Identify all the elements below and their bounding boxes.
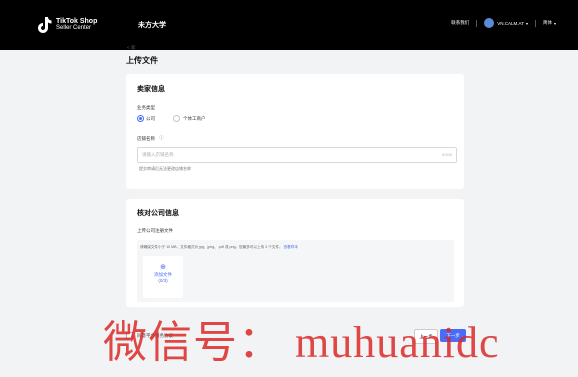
radio-individual[interactable] <box>173 115 180 122</box>
tiktok-logo-icon <box>38 17 52 33</box>
upload-hint: 请确保文件小于 10 MB，文件格式为 jpg、jpeg、.pdf 或 png。… <box>140 245 298 250</box>
seller-info-title: 卖家信息 <box>137 86 165 93</box>
account-name[interactable]: VN.CALM.AT <box>497 21 524 26</box>
watermark-text: 微信号： muhuanidc <box>103 318 500 367</box>
nav-university-link[interactable]: 未方大学 <box>138 20 166 30</box>
upload-icon: ⊕ <box>160 264 166 271</box>
divider <box>534 19 536 27</box>
top-navbar: TikTok Shop Seller Center 未方大学 联系我们 VN.C… <box>0 0 578 50</box>
example-link[interactable]: 查看样本 <box>284 245 298 249</box>
business-type-label: 业务类型 <box>137 105 155 110</box>
radio-company[interactable] <box>137 115 144 122</box>
company-info-title: 核对公司信息 <box>137 210 179 217</box>
avatar[interactable] <box>484 18 495 28</box>
shop-name-hint: 提交审请后无法更改店铺名称 <box>139 166 191 171</box>
back-link[interactable]: < 家 <box>127 45 135 51</box>
info-icon[interactable]: ⓘ <box>159 135 164 141</box>
add-file-button[interactable]: ⊕ 添加文件 (0/3) <box>143 256 183 298</box>
upload-label: 上传公司注册文件 <box>137 228 173 233</box>
contact-us-link[interactable]: 联系我们 <box>451 20 469 26</box>
chevron-down-icon[interactable]: ▾ <box>554 21 556 26</box>
logo-line2: Seller Center <box>56 25 92 31</box>
page-title: 上传文件 <box>126 56 158 65</box>
seller-info-card: 卖家信息 业务类型 公司 个体工商户 店铺名称 ⓘ 请输入店铺名称 0/100 … <box>126 74 464 189</box>
logo-line1: TikTok Shop <box>56 18 98 25</box>
radio-individual-label[interactable]: 个体工商户 <box>183 116 206 122</box>
shop-name-input[interactable]: 请输入店铺名称 0/100 <box>137 147 457 163</box>
tiktok-shop-logo[interactable]: TikTok Shop Seller Center <box>38 17 97 33</box>
shop-name-label: 店铺名称 <box>137 136 155 141</box>
shop-name-placeholder: 请输入店铺名称 <box>142 152 174 157</box>
file-count: (0/3) <box>158 278 168 283</box>
company-info-card: 核对公司信息 上传公司注册文件 请确保文件小于 10 MB，文件格式为 jpg、… <box>126 199 464 307</box>
divider <box>476 19 478 27</box>
upload-area: 请确保文件小于 10 MB，文件格式为 jpg、jpeg、.pdf 或 png。… <box>137 240 454 302</box>
chevron-down-icon[interactable]: ▾ <box>526 21 528 26</box>
radio-company-label[interactable]: 公司 <box>146 116 155 122</box>
char-counter: 0/100 <box>441 152 452 157</box>
upload-hint-text: 请确保文件小于 10 MB，文件格式为 jpg、jpeg、.pdf 或 png。… <box>140 245 283 249</box>
language-select[interactable]: 简体 <box>543 20 552 26</box>
